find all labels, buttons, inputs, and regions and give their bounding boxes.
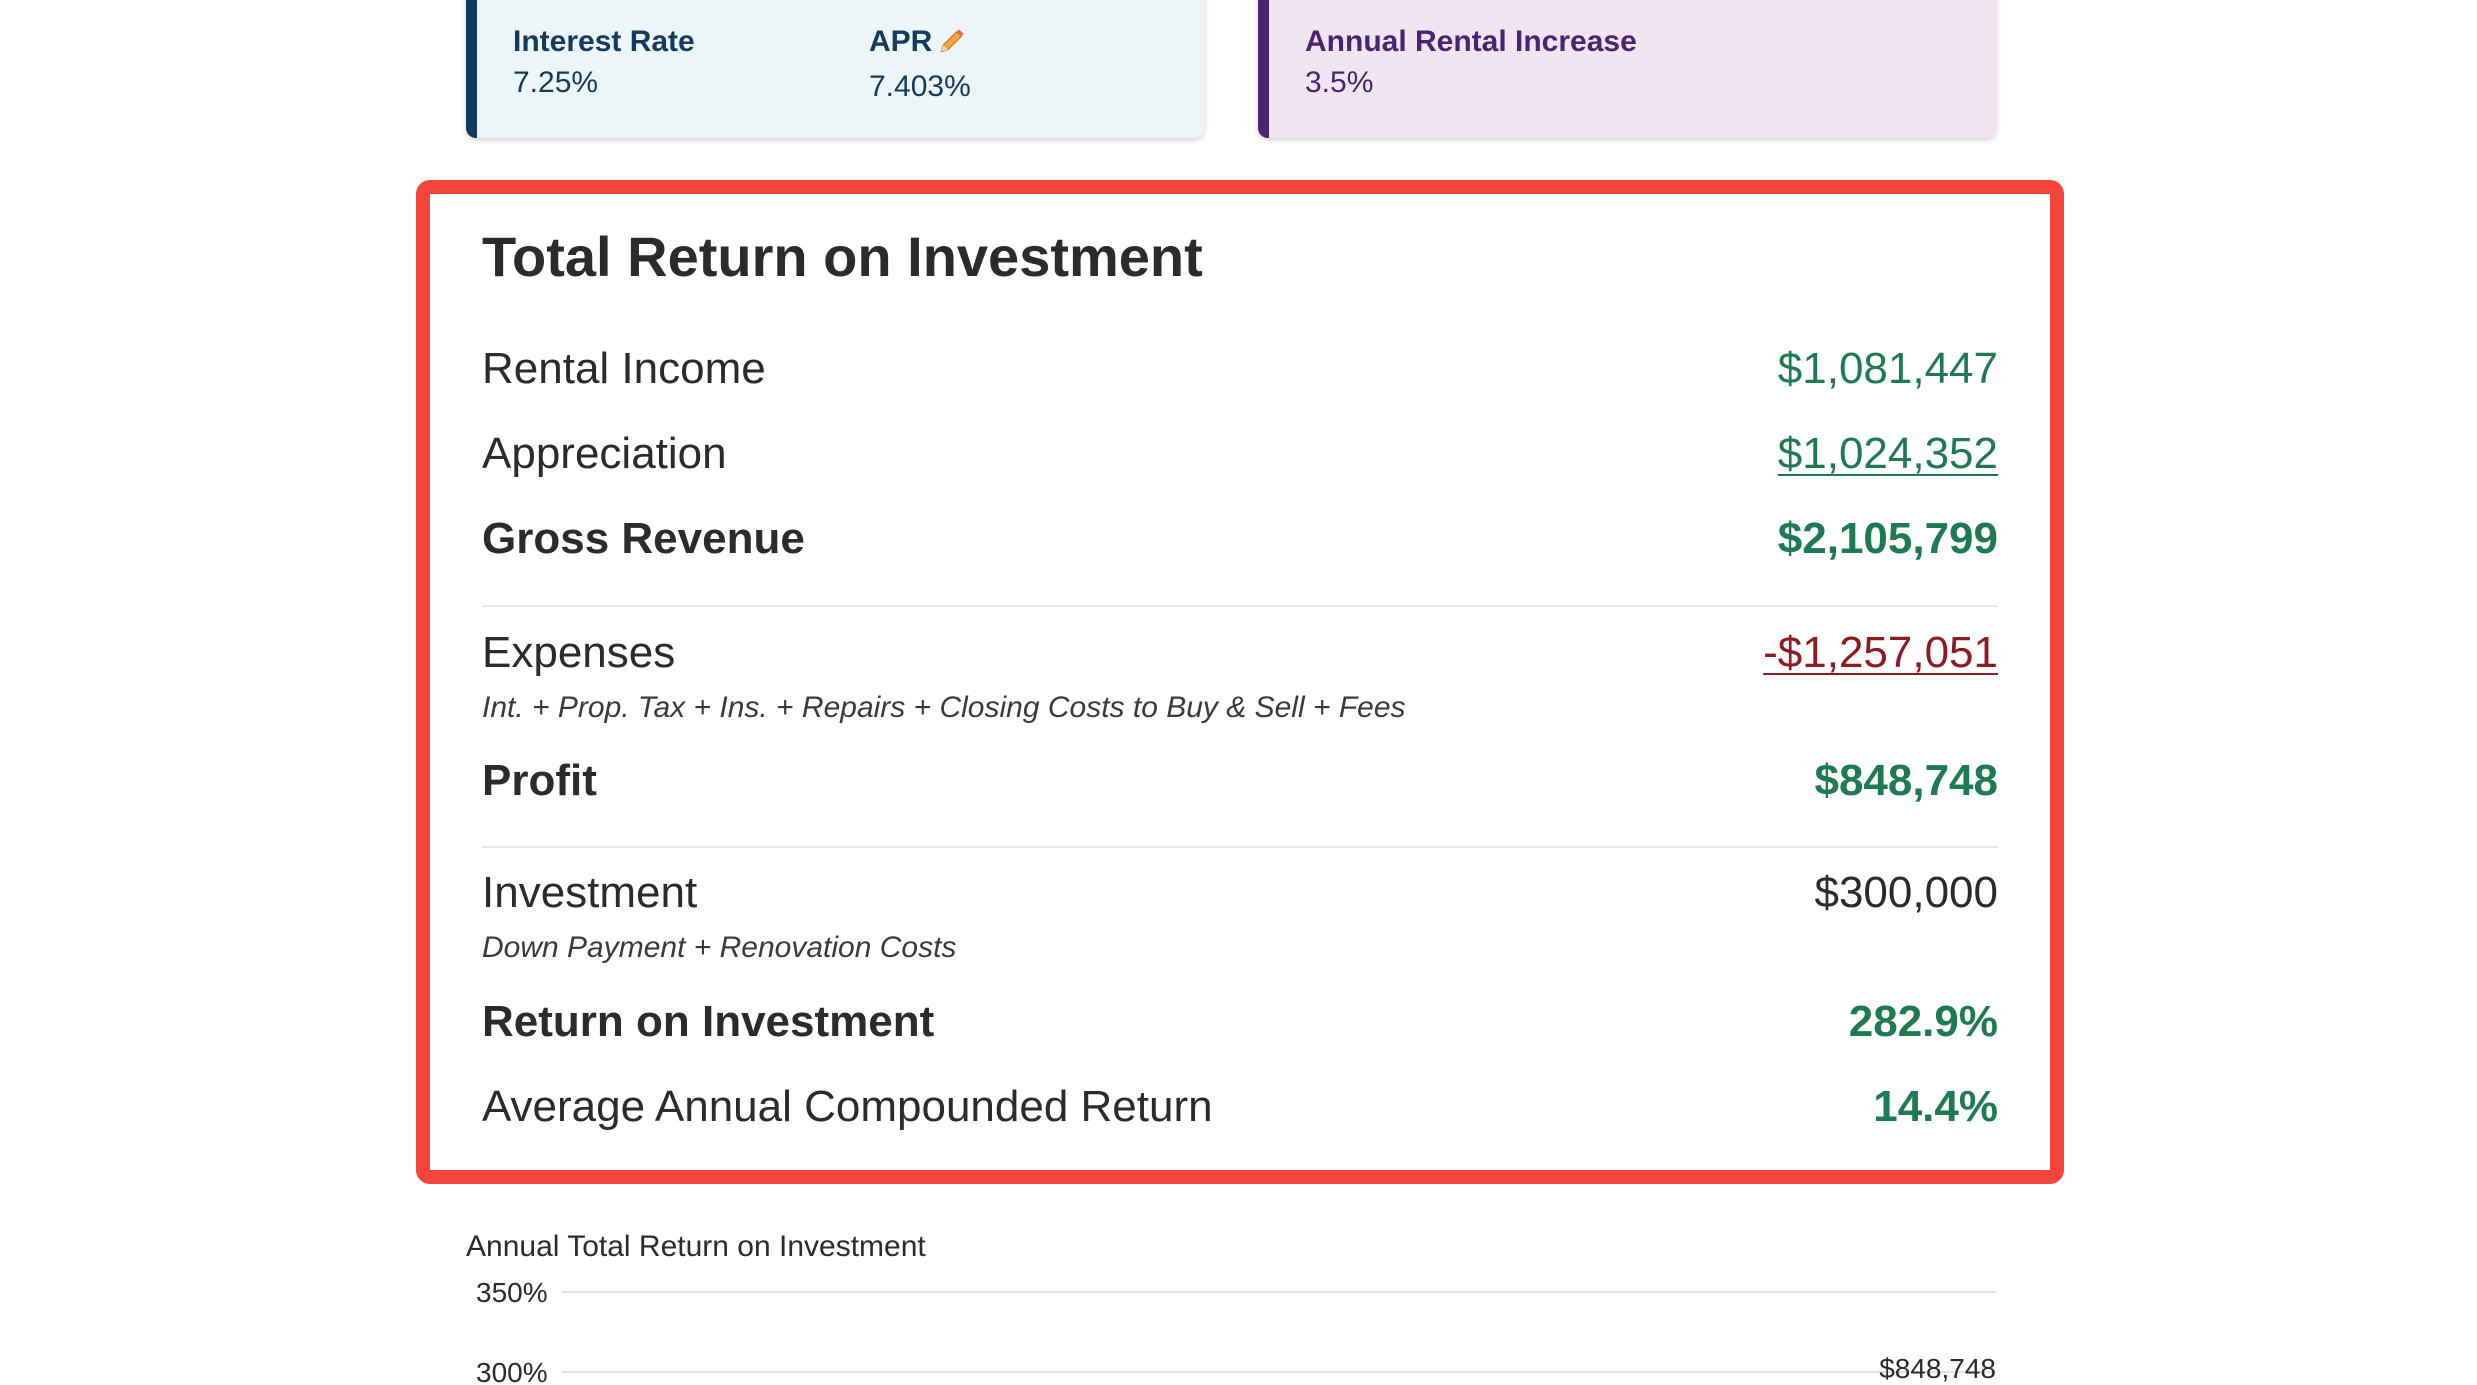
apr-label-row: APR xyxy=(869,24,971,64)
profit-value: $848,748 xyxy=(1814,756,1998,805)
expenses-note: Int. + Prop. Tax + Ins. + Repairs + Clos… xyxy=(482,691,1406,724)
page: Interest Rate 7.25% APR 7.403% Annual Re… xyxy=(0,0,2477,1385)
rental-income-row: Rental Income $1,081,447 xyxy=(482,344,1998,394)
rental-income-label: Rental Income xyxy=(482,344,766,393)
chart-annotation: $848,748 xyxy=(1879,1353,1996,1384)
divider xyxy=(482,605,1998,607)
return-on-investment-value: 282.9% xyxy=(1848,997,1998,1046)
investment-value: $300,000 xyxy=(1814,868,1998,917)
rent-summary-card: Annual Rental Increase 3.5% xyxy=(1258,0,1996,138)
rental-income-value: $1,081,447 xyxy=(1777,344,1998,393)
annual-rental-increase-label: Annual Rental Increase xyxy=(1305,25,1637,58)
gross-revenue-label: Gross Revenue xyxy=(482,514,805,563)
appreciation-link[interactable]: $1,024,352 xyxy=(1778,429,1998,479)
y-tick-label: 300% xyxy=(476,1357,548,1385)
interest-rate-metric: Interest Rate 7.25% xyxy=(513,24,695,102)
roi-title: Total Return on Investment xyxy=(482,225,1203,288)
apr-value: 7.403% xyxy=(869,70,971,103)
investment-row: Investment $300,000 xyxy=(482,868,1998,918)
average-annual-return-row: Average Annual Compounded Return 14.4% xyxy=(482,1082,1998,1132)
y-tick-label: 350% xyxy=(476,1277,548,1308)
average-annual-return-value: 14.4% xyxy=(1873,1082,1998,1131)
interest-rate-value: 7.25% xyxy=(513,66,599,99)
average-annual-return-label: Average Annual Compounded Return xyxy=(482,1082,1213,1131)
loan-summary-card: Interest Rate 7.25% APR 7.403% xyxy=(466,0,1204,138)
expenses-row: Expenses -$1,257,051 xyxy=(482,628,1998,678)
chart-title: Annual Total Return on Investment xyxy=(466,1230,926,1263)
return-on-investment-row: Return on Investment 282.9% xyxy=(482,997,1998,1047)
profit-label: Profit xyxy=(482,756,597,805)
total-roi-panel: Total Return on Investment Rental Income… xyxy=(416,180,2064,1184)
expenses-link[interactable]: -$1,257,051 xyxy=(1763,628,1998,678)
apr-metric[interactable]: APR 7.403% xyxy=(869,24,971,106)
appreciation-label: Appreciation xyxy=(482,429,727,478)
appreciation-row: Appreciation $1,024,352 xyxy=(482,429,1998,479)
interest-rate-label: Interest Rate xyxy=(513,25,695,58)
apr-label: APR xyxy=(869,25,933,58)
expenses-label: Expenses xyxy=(482,628,676,677)
profit-row: Profit $848,748 xyxy=(482,756,1998,806)
divider xyxy=(482,846,1998,848)
pencil-icon[interactable] xyxy=(938,27,966,64)
annual-rental-increase-metric: Annual Rental Increase 3.5% xyxy=(1305,24,1637,102)
gross-revenue-value: $2,105,799 xyxy=(1777,514,1998,563)
roi-chart: 350% 300% $848,748 xyxy=(476,1277,1996,1385)
annual-rental-increase-value: 3.5% xyxy=(1305,66,1374,99)
return-on-investment-label: Return on Investment xyxy=(482,997,935,1046)
gross-revenue-row: Gross Revenue $2,105,799 xyxy=(482,514,1998,564)
investment-label: Investment xyxy=(482,868,698,917)
investment-note: Down Payment + Renovation Costs xyxy=(482,931,957,964)
